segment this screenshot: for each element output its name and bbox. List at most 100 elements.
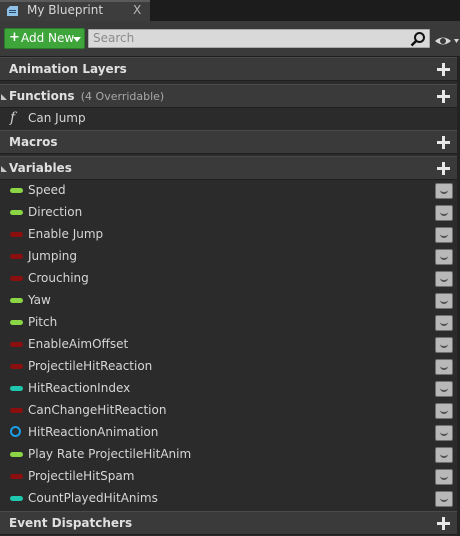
add-animation-layer-button[interactable] xyxy=(436,62,451,77)
variable-item[interactable]: Jumping xyxy=(0,246,460,268)
closed-eye-icon xyxy=(440,189,448,194)
add-event-dispatcher-button[interactable] xyxy=(436,516,451,531)
close-icon[interactable]: X xyxy=(133,3,141,17)
toolbar: + Add New Search xyxy=(0,21,460,57)
variable-type-icon xyxy=(10,408,23,413)
variable-item[interactable]: Enable Jump xyxy=(0,224,460,246)
variable-type-icon xyxy=(10,342,23,347)
section-functions[interactable]: Functions (4 Overridable) xyxy=(0,84,460,108)
variable-type-icon xyxy=(10,320,23,325)
variable-type-icon xyxy=(10,496,23,501)
section-title: Functions (4 Overridable) xyxy=(9,89,165,103)
visibility-toggle-icon[interactable] xyxy=(435,425,453,441)
expanded-arrow-icon[interactable] xyxy=(1,166,7,172)
visibility-toggle-icon[interactable] xyxy=(435,403,453,419)
add-macro-button[interactable] xyxy=(436,135,451,150)
visibility-toggle-icon[interactable] xyxy=(435,337,453,353)
variable-label: HitReactionIndex xyxy=(28,381,131,395)
closed-eye-icon xyxy=(440,365,448,370)
variable-item[interactable]: Crouching xyxy=(0,268,460,290)
variable-label: Yaw xyxy=(28,293,51,307)
visibility-toggle-icon[interactable] xyxy=(435,315,453,331)
variable-label: ProjectileHitSpam xyxy=(28,469,135,483)
visibility-toggle-icon[interactable] xyxy=(435,447,453,463)
variable-label: Pitch xyxy=(28,315,58,329)
visibility-toggle-icon[interactable] xyxy=(435,381,453,397)
function-item-can-jump[interactable]: f Can Jump xyxy=(0,108,460,130)
object-variable-icon xyxy=(10,426,21,437)
variable-label: CanChangeHitReaction xyxy=(28,403,167,417)
visibility-toggle-icon[interactable] xyxy=(435,359,453,375)
closed-eye-icon xyxy=(440,387,448,392)
add-function-button[interactable] xyxy=(436,89,451,104)
closed-eye-icon xyxy=(440,233,448,238)
expanded-arrow-icon[interactable] xyxy=(1,94,7,100)
variable-type-icon xyxy=(10,298,23,303)
variable-item[interactable]: CountPlayedHitAnims xyxy=(0,488,460,510)
chevron-down-icon xyxy=(73,37,81,42)
visibility-toggle-icon[interactable] xyxy=(435,271,453,287)
variable-type-icon xyxy=(10,452,23,457)
visibility-toggle-icon[interactable] xyxy=(435,249,453,265)
closed-eye-icon xyxy=(440,453,448,458)
variable-label: HitReactionAnimation xyxy=(28,425,159,439)
variable-item[interactable]: ProjectileHitReaction xyxy=(0,356,460,378)
closed-eye-icon xyxy=(440,211,448,216)
visibility-toggle-icon[interactable] xyxy=(435,205,453,221)
tab-title: My Blueprint xyxy=(27,3,104,17)
variable-type-icon xyxy=(10,232,23,237)
variable-type-icon xyxy=(10,386,23,391)
tab-my-blueprint[interactable]: My Blueprint X xyxy=(0,0,150,21)
section-title: Macros xyxy=(9,135,58,149)
add-new-button[interactable]: + Add New xyxy=(4,28,85,49)
closed-eye-icon xyxy=(440,299,448,304)
closed-eye-icon xyxy=(440,277,448,282)
closed-eye-icon xyxy=(440,321,448,326)
variable-type-icon xyxy=(10,474,23,479)
section-title: Variables xyxy=(9,161,72,175)
variable-item[interactable]: Play Rate ProjectileHitAnim xyxy=(0,444,460,466)
visibility-toggle-icon[interactable] xyxy=(435,227,453,243)
variable-item[interactable]: Yaw xyxy=(0,290,460,312)
section-variables[interactable]: Variables xyxy=(0,156,460,180)
search-input[interactable]: Search xyxy=(88,29,430,48)
visibility-toggle-icon[interactable] xyxy=(435,293,453,309)
variable-label: CountPlayedHitAnims xyxy=(28,491,158,505)
visibility-toggle-icon[interactable] xyxy=(435,469,453,485)
variable-label: Speed xyxy=(28,183,66,197)
visibility-toggle-icon[interactable] xyxy=(435,491,453,507)
variable-item[interactable]: ProjectileHitSpam xyxy=(0,466,460,488)
tab-bar: My Blueprint X xyxy=(0,0,460,21)
variable-item[interactable]: HitReactionAnimation xyxy=(0,422,460,444)
view-options-icon[interactable] xyxy=(434,35,460,47)
overridable-count: (4 Overridable) xyxy=(80,90,165,103)
blueprint-icon xyxy=(7,6,18,16)
visibility-toggle-icon[interactable] xyxy=(435,183,453,199)
variable-item[interactable]: Direction xyxy=(0,202,460,224)
closed-eye-icon xyxy=(440,409,448,414)
closed-eye-icon xyxy=(440,475,448,480)
variable-item[interactable]: Speed xyxy=(0,180,460,202)
variable-item[interactable]: HitReactionIndex xyxy=(0,378,460,400)
variable-label: EnableAimOffset xyxy=(28,337,129,351)
closed-eye-icon xyxy=(440,497,448,502)
variable-label: Crouching xyxy=(28,271,89,285)
add-variable-button[interactable] xyxy=(436,161,451,176)
plus-icon: + xyxy=(9,30,20,45)
function-icon: f xyxy=(10,110,16,126)
section-title: Event Dispatchers xyxy=(9,516,133,530)
variable-label: Enable Jump xyxy=(28,227,104,241)
section-title: Animation Layers xyxy=(9,62,127,76)
section-macros[interactable]: Macros xyxy=(0,130,460,154)
section-event-dispatchers[interactable]: Event Dispatchers xyxy=(0,511,460,535)
closed-eye-icon xyxy=(440,431,448,436)
variable-type-icon xyxy=(10,210,23,215)
closed-eye-icon xyxy=(440,343,448,348)
variable-item[interactable]: Pitch xyxy=(0,312,460,334)
section-animation-layers[interactable]: Animation Layers xyxy=(0,57,460,81)
variable-label: Jumping xyxy=(28,249,78,263)
search-icon[interactable] xyxy=(410,31,426,47)
variable-item[interactable]: CanChangeHitReaction xyxy=(0,400,460,422)
variable-type-icon xyxy=(10,276,23,281)
variable-item[interactable]: EnableAimOffset xyxy=(0,334,460,356)
